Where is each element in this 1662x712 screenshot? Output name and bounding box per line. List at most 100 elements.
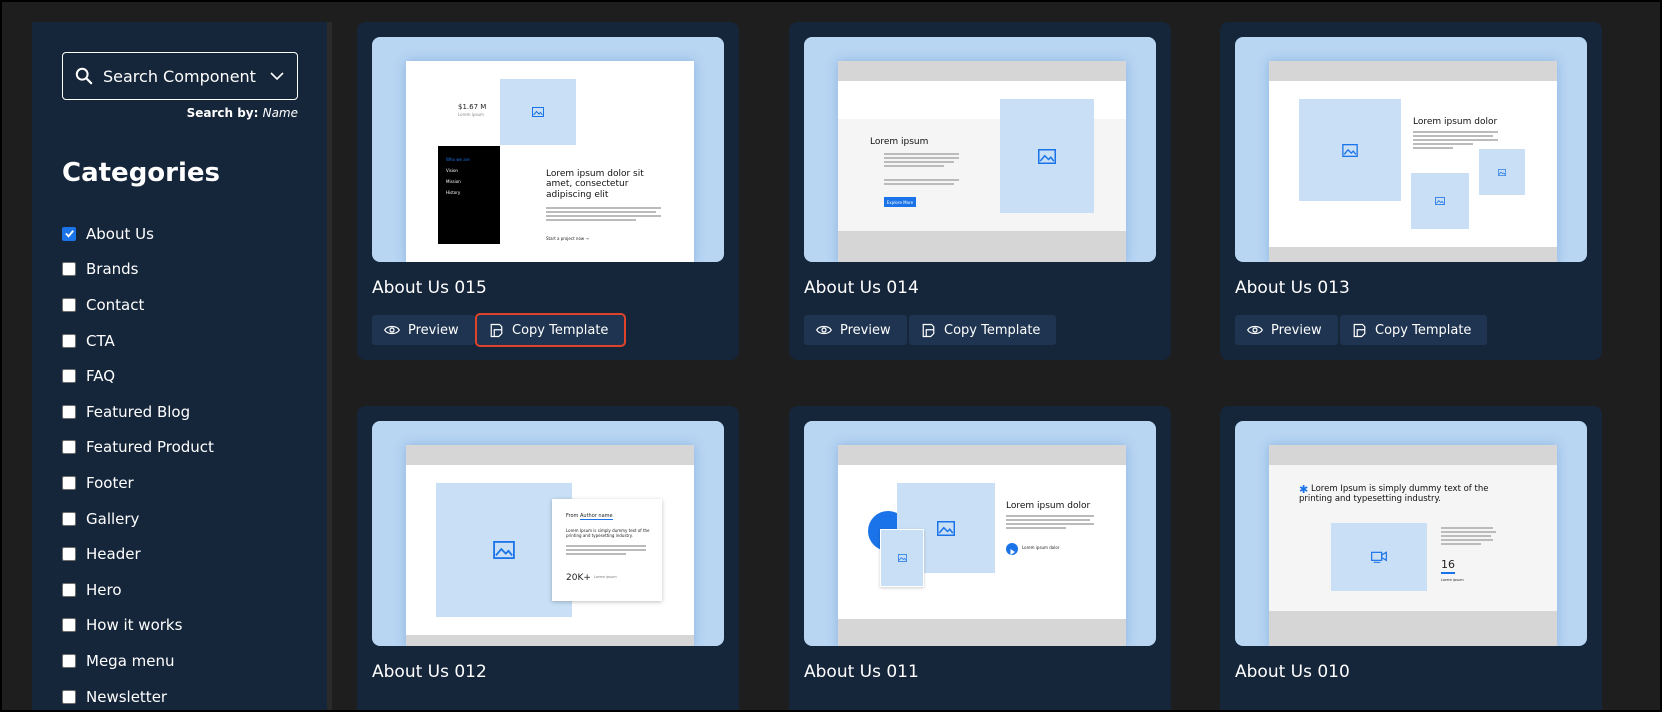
preview-button[interactable]: Preview <box>804 315 907 345</box>
template-thumbnail[interactable]: ✱ Lorem Ipsum is simply dummy text of th… <box>1235 421 1587 646</box>
search-label: Search Component <box>103 66 256 86</box>
category-item-cta[interactable]: CTA <box>62 323 214 359</box>
category-checkbox[interactable] <box>62 582 76 597</box>
category-item-faq[interactable]: FAQ <box>62 358 214 394</box>
category-label: Newsletter <box>86 687 168 706</box>
category-item-gallery[interactable]: Gallery <box>62 501 214 537</box>
template-name: About Us 014 <box>804 278 919 298</box>
category-item-contact[interactable]: Contact <box>62 287 214 323</box>
chevron-down-icon <box>270 72 284 81</box>
thumb-author-name: Author name <box>579 513 613 520</box>
copy-icon <box>490 323 503 337</box>
category-checkbox[interactable] <box>62 226 76 241</box>
category-item-featured-product[interactable]: Featured Product <box>62 430 214 466</box>
category-checkbox[interactable] <box>62 440 76 455</box>
template-card-about-us-015: $1.67 M Lorem ipsum Who we are Vision Mi… <box>357 22 739 360</box>
thumb-link: Start a project now → <box>546 236 589 241</box>
template-name: About Us 013 <box>1235 278 1350 298</box>
preview-button[interactable]: Preview <box>372 315 475 345</box>
eye-icon <box>816 325 832 335</box>
preview-label: Preview <box>840 322 891 338</box>
thumb-author-prefix: From <box>566 513 579 519</box>
category-checkbox[interactable] <box>62 547 76 562</box>
category-checkbox[interactable] <box>62 333 76 348</box>
category-checkbox[interactable] <box>62 618 76 633</box>
thumb-menu-item: Who we are <box>446 157 470 162</box>
template-thumbnail[interactable]: Lorem ipsum Explore More <box>804 37 1156 262</box>
sidebar: Search Component Search by: Name Categor… <box>32 22 332 712</box>
thumb-heading: Lorem ipsum dolor <box>1413 117 1498 127</box>
thumb-card: From Author name Lorem Ipsum is simply d… <box>552 499 662 601</box>
category-item-brands[interactable]: Brands <box>62 252 214 288</box>
image-icon <box>937 520 955 536</box>
category-checkbox[interactable] <box>62 689 76 704</box>
thumb-menu-panel: Who we are Vision Mission History <box>438 146 500 244</box>
template-card-about-us-013: Lorem ipsum dolor About Us 013 Preview C… <box>1220 22 1602 360</box>
category-checkbox[interactable] <box>62 653 76 668</box>
copy-label: Copy Template <box>944 322 1041 338</box>
thumb-mock-page: From Author name Lorem Ipsum is simply d… <box>406 445 694 646</box>
category-item-featured-blog[interactable]: Featured Blog <box>62 394 214 430</box>
search-component-dropdown[interactable]: Search Component <box>62 52 298 100</box>
thumb-heading: Lorem ipsum <box>870 137 929 147</box>
category-checkbox[interactable] <box>62 369 76 384</box>
thumb-stat-sub: Lorem ipsum <box>1441 578 1464 582</box>
category-label: FAQ <box>86 367 116 386</box>
template-thumbnail[interactable]: Lorem ipsum dolor <box>1235 37 1587 262</box>
thumb-stat: $1.67 M <box>458 103 487 111</box>
thumb-heading: Lorem Ipsum is simply dummy text of the … <box>566 528 650 538</box>
template-thumbnail[interactable]: From Author name Lorem Ipsum is simply d… <box>372 421 724 646</box>
category-label: How it works <box>86 616 183 635</box>
category-item-header[interactable]: Header <box>62 536 214 572</box>
category-label: Featured Blog <box>86 402 191 421</box>
category-checkbox[interactable] <box>62 404 76 419</box>
thumb-menu-item: History <box>446 190 461 195</box>
thumb-mock-page: Lorem ipsum dolor Lorem ipsum dolor <box>838 445 1126 646</box>
image-icon <box>1498 168 1506 176</box>
categories-title: Categories <box>62 158 221 188</box>
eye-icon <box>384 325 400 335</box>
thumb-stat: 20K+ <box>566 573 591 583</box>
category-label: CTA <box>86 331 115 350</box>
copy-template-button[interactable]: Copy Template <box>1340 315 1488 345</box>
category-item-how-it-works[interactable]: How it works <box>62 608 214 644</box>
template-thumbnail[interactable]: Lorem ipsum dolor Lorem ipsum dolor <box>804 421 1156 646</box>
thumb-button: Explore More <box>884 197 916 207</box>
search-icon <box>75 67 93 85</box>
image-icon <box>1435 197 1445 205</box>
template-card-about-us-012: From Author name Lorem Ipsum is simply d… <box>357 406 739 712</box>
image-icon <box>1038 148 1056 164</box>
thumb-image-placeholder <box>1299 99 1401 201</box>
template-card-about-us-011: Lorem ipsum dolor Lorem ipsum dolor Abou… <box>789 406 1171 712</box>
template-card-about-us-010: ✱ Lorem Ipsum is simply dummy text of th… <box>1220 406 1602 712</box>
thumb-heading: Lorem Ipsum is simply dummy text of the … <box>1299 484 1489 504</box>
template-thumbnail[interactable]: $1.67 M Lorem ipsum Who we are Vision Mi… <box>372 37 724 262</box>
thumb-stat: 16 <box>1441 558 1455 571</box>
category-checkbox[interactable] <box>62 511 76 526</box>
category-item-mega-menu[interactable]: Mega menu <box>62 643 214 679</box>
thumb-image-placeholder <box>500 79 576 145</box>
category-checkbox[interactable] <box>62 262 76 277</box>
category-label: Brands <box>86 260 139 279</box>
thumb-mock-page: $1.67 M Lorem ipsum Who we are Vision Mi… <box>406 61 694 262</box>
preview-button[interactable]: Preview <box>1235 315 1338 345</box>
category-item-hero[interactable]: Hero <box>62 572 214 608</box>
search-by-prefix: Search by: <box>186 106 259 120</box>
category-list: About Us Brands Contact CTA FAQ Featured… <box>62 216 214 712</box>
thumb-mock-page: Lorem ipsum Explore More <box>838 61 1126 262</box>
copy-template-button[interactable]: Copy Template <box>909 315 1057 345</box>
thumb-video-placeholder <box>1331 523 1427 591</box>
eye-icon <box>1247 325 1263 335</box>
category-item-newsletter[interactable]: Newsletter <box>62 679 214 712</box>
thumb-author: From Author name <box>566 513 613 520</box>
category-checkbox[interactable] <box>62 297 76 312</box>
thumb-image-placeholder <box>1000 99 1094 213</box>
template-name: About Us 015 <box>372 278 487 298</box>
category-checkbox[interactable] <box>62 475 76 490</box>
category-item-footer[interactable]: Footer <box>62 465 214 501</box>
thumb-mock-page: ✱ Lorem Ipsum is simply dummy text of th… <box>1269 445 1557 646</box>
category-item-about-us[interactable]: About Us <box>62 216 214 252</box>
category-label: Hero <box>86 580 122 599</box>
copy-template-button[interactable]: Copy Template <box>474 313 627 347</box>
thumb-stat-sub: Lorem ipsum <box>458 112 484 117</box>
